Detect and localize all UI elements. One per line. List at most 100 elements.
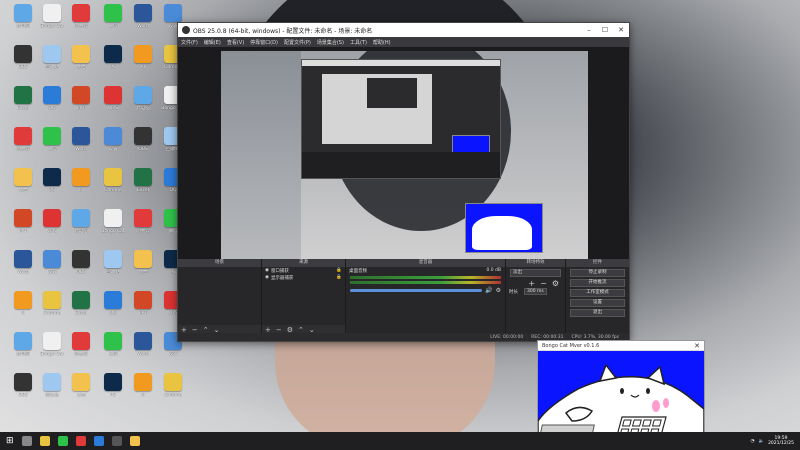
desktop-icon[interactable]: Excel [128, 168, 158, 193]
desktop-icon[interactable]: PS [98, 373, 128, 398]
duration-input[interactable]: 300 ms [524, 288, 547, 295]
desktop-icon[interactable]: OBS [8, 45, 38, 70]
menu-item[interactable]: 编辑(E) [204, 39, 221, 46]
edge-icon[interactable] [93, 436, 104, 446]
minimize-icon[interactable]: – [581, 26, 597, 34]
desktop-icon[interactable]: OBS [66, 250, 96, 275]
desktop-icon[interactable]: 回收站 [37, 373, 67, 398]
desktop-icon[interactable]: 微信 [37, 127, 67, 152]
maximize-icon[interactable]: ☐ [597, 26, 613, 34]
desktop-icon[interactable]: 此电脑 [128, 86, 158, 111]
menu-item[interactable]: 文件(F) [181, 39, 198, 46]
wechat-icon[interactable] [57, 436, 68, 446]
desktop-icon[interactable]: 设置 [37, 250, 67, 275]
menu-item[interactable]: 场景集合(S) [317, 39, 344, 46]
desktop-icon[interactable]: Word [128, 332, 158, 357]
music-icon[interactable] [75, 436, 86, 446]
desktop-icon[interactable]: OBS [128, 127, 158, 152]
scenes-dock: 场景 + − ⌃ ⌄ [178, 259, 262, 335]
control-button[interactable]: 停止录制 [570, 269, 625, 277]
desktop-icon[interactable]: Chrome [37, 291, 67, 316]
desktop-icon[interactable]: 文档 [66, 373, 96, 398]
desktop-icon[interactable]: Word [8, 250, 38, 275]
desktop-icon[interactable]: Bongo Cat [98, 209, 128, 234]
desktop-icon[interactable]: AI [128, 45, 158, 70]
desktop-icon[interactable]: 回收站 [98, 250, 128, 275]
desktop-icon[interactable]: Excel [66, 291, 96, 316]
close-icon[interactable]: ✕ [613, 26, 629, 34]
desktop-icon[interactable]: PS [98, 45, 128, 70]
desktop-icon[interactable]: 网易云 [8, 127, 38, 152]
menu-item[interactable]: 工具(T) [350, 39, 367, 46]
desktop-icon[interactable]: Bongo Cat [37, 4, 67, 29]
desktop-icon[interactable]: PS [37, 168, 67, 193]
desktop-icon[interactable]: 文档 [8, 168, 38, 193]
chrome-icon[interactable] [39, 436, 50, 446]
menu-item[interactable]: 查看(V) [227, 39, 244, 46]
desktop-icon[interactable]: 微信 [98, 332, 128, 357]
desktop-icon[interactable]: Chrome [158, 373, 188, 398]
desktop-icon[interactable]: 网易云 [128, 209, 158, 234]
desktop-icon[interactable]: PPT [66, 86, 96, 111]
volume-slider[interactable] [350, 289, 483, 292]
folder-icon[interactable] [129, 436, 140, 446]
desktop-icon[interactable]: Word [128, 4, 158, 29]
network-icon[interactable]: ◔ [751, 439, 755, 444]
remove-transition-icon[interactable]: − [540, 279, 547, 288]
control-button[interactable]: 设置 [570, 299, 625, 307]
add-transition-icon[interactable]: + [528, 279, 535, 288]
gear-icon[interactable]: ⚙ [496, 287, 501, 294]
desktop-icon[interactable]: QQ [98, 291, 128, 316]
desktop-icon[interactable]: Word [66, 127, 96, 152]
close-icon[interactable]: ✕ [694, 342, 700, 350]
lock-icon[interactable]: 🔒 [336, 268, 342, 273]
desktop-icon[interactable]: PPT [8, 209, 38, 234]
menu-item[interactable]: 配置文件(P) [284, 39, 311, 46]
source-item[interactable]: ◉ 窗口捕获 🔒 [262, 267, 345, 274]
desktop-icon[interactable]: QQ [37, 86, 67, 111]
desktop-icon[interactable]: 回收站 [37, 45, 67, 70]
bongo-titlebar[interactable]: Bongo Cat Mver v0.1.6 ✕ [538, 341, 704, 351]
control-button[interactable]: 工作室模式 [570, 289, 625, 297]
obs-titlebar[interactable]: OBS 25.0.8 (64-bit, windows) - 配置文件: 未命名… [178, 23, 629, 37]
desktop-icon[interactable]: WPS [98, 86, 128, 111]
clock[interactable]: 19:59 2021/12/25 [768, 436, 794, 446]
desktop-icon[interactable]: Chrome [98, 168, 128, 193]
desktop-icon[interactable]: 网易云 [66, 332, 96, 357]
obs-window[interactable]: OBS 25.0.8 (64-bit, windows) - 配置文件: 未命名… [177, 22, 630, 342]
source-item[interactable]: ◉ 显示器捕获 🔒 [262, 274, 345, 281]
source-visibility-icon[interactable]: ◉ [265, 268, 269, 273]
desktop-icon[interactable]: Excel [8, 86, 38, 111]
obs-icon[interactable] [111, 436, 122, 446]
desktop-icon[interactable]: OBS [8, 373, 38, 398]
desktop-icon[interactable]: 此电脑 [8, 4, 38, 29]
desktop-icon[interactable]: AI [128, 373, 158, 398]
obs-preview[interactable] [178, 47, 629, 279]
desktop-icon[interactable]: Bongo Cat [37, 332, 67, 357]
desktop-icon[interactable]: 微信 [98, 4, 128, 29]
gear-icon[interactable]: ⚙ [552, 279, 559, 288]
search-icon[interactable] [21, 436, 32, 446]
menu-item[interactable]: 帮助(H) [373, 39, 391, 46]
desktop-icon[interactable]: 设置 [98, 127, 128, 152]
desktop-icon[interactable]: AI [66, 168, 96, 193]
lock-icon[interactable]: 🔒 [336, 275, 342, 280]
desktop-icon[interactable]: AI [8, 291, 38, 316]
control-button[interactable]: 开始推流 [570, 279, 625, 287]
desktop-icon[interactable]: WPS [37, 209, 67, 234]
desktop-icon[interactable]: 文档 [128, 250, 158, 275]
start-icon[interactable]: ⊞ [6, 436, 14, 446]
source-visibility-icon[interactable]: ◉ [265, 275, 269, 280]
preview-canvas[interactable] [221, 51, 588, 259]
desktop-icon[interactable]: 此电脑 [66, 209, 96, 234]
speaker-icon[interactable]: 🔊 [485, 287, 492, 294]
transition-select[interactable]: 淡出 [510, 269, 561, 277]
menu-item[interactable]: 停靠窗口(D) [250, 39, 278, 46]
rec-status: REC: 00:00:31 [531, 334, 564, 340]
desktop-icon[interactable]: 网易云 [66, 4, 96, 29]
desktop-icon[interactable]: PPT [128, 291, 158, 316]
desktop-icon[interactable]: 此电脑 [8, 332, 38, 357]
desktop-icon[interactable]: 文档 [66, 45, 96, 70]
volume-icon[interactable]: 🔈 [758, 439, 764, 444]
control-button[interactable]: 退出 [570, 309, 625, 317]
